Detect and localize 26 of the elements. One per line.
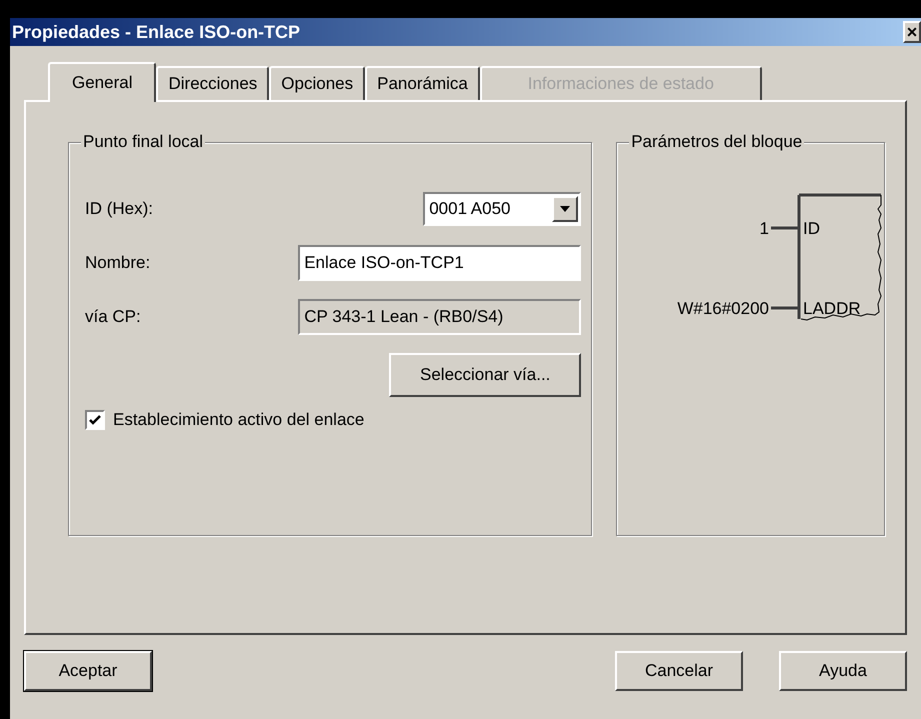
tab[interactable]: General [48, 62, 156, 102]
pin-name: LADDR [803, 299, 861, 318]
pin-line [771, 226, 798, 230]
window-title: Propiedades - Enlace ISO-on-TCP [12, 20, 302, 44]
checkbox-label: Establecimiento activo del enlace [113, 409, 364, 431]
pin-value: 1 [760, 219, 770, 238]
tab[interactable]: Opciones [269, 66, 366, 100]
tab[interactable]: Direcciones [156, 66, 270, 100]
dialog-button[interactable]: Ayuda [779, 651, 907, 691]
field-label: Nombre: [85, 252, 150, 274]
dialog-button[interactable]: Cancelar [615, 651, 743, 691]
select-path-button[interactable]: Seleccionar vía... [389, 353, 582, 397]
check-icon [89, 414, 101, 425]
cp-field: CP 343-1 Lean - (RB0/S4) [298, 299, 582, 335]
id-dropdown[interactable]: 0001 A050 [423, 192, 582, 226]
pin-line [771, 306, 798, 310]
field-label: vía CP: [85, 306, 141, 328]
caret-icon [552, 196, 578, 222]
tab[interactable]: Panorámica [365, 66, 480, 100]
pin-name: ID [803, 219, 820, 238]
checkbox[interactable] [85, 410, 105, 430]
field-label: ID (Hex): [85, 198, 153, 220]
dialog-button[interactable]: Aceptar [24, 651, 152, 691]
pin-value: W#16#0200 [678, 299, 770, 318]
close-button[interactable]: × [903, 21, 921, 43]
name-field[interactable]: Enlace ISO-on-TCP1 [298, 245, 582, 281]
